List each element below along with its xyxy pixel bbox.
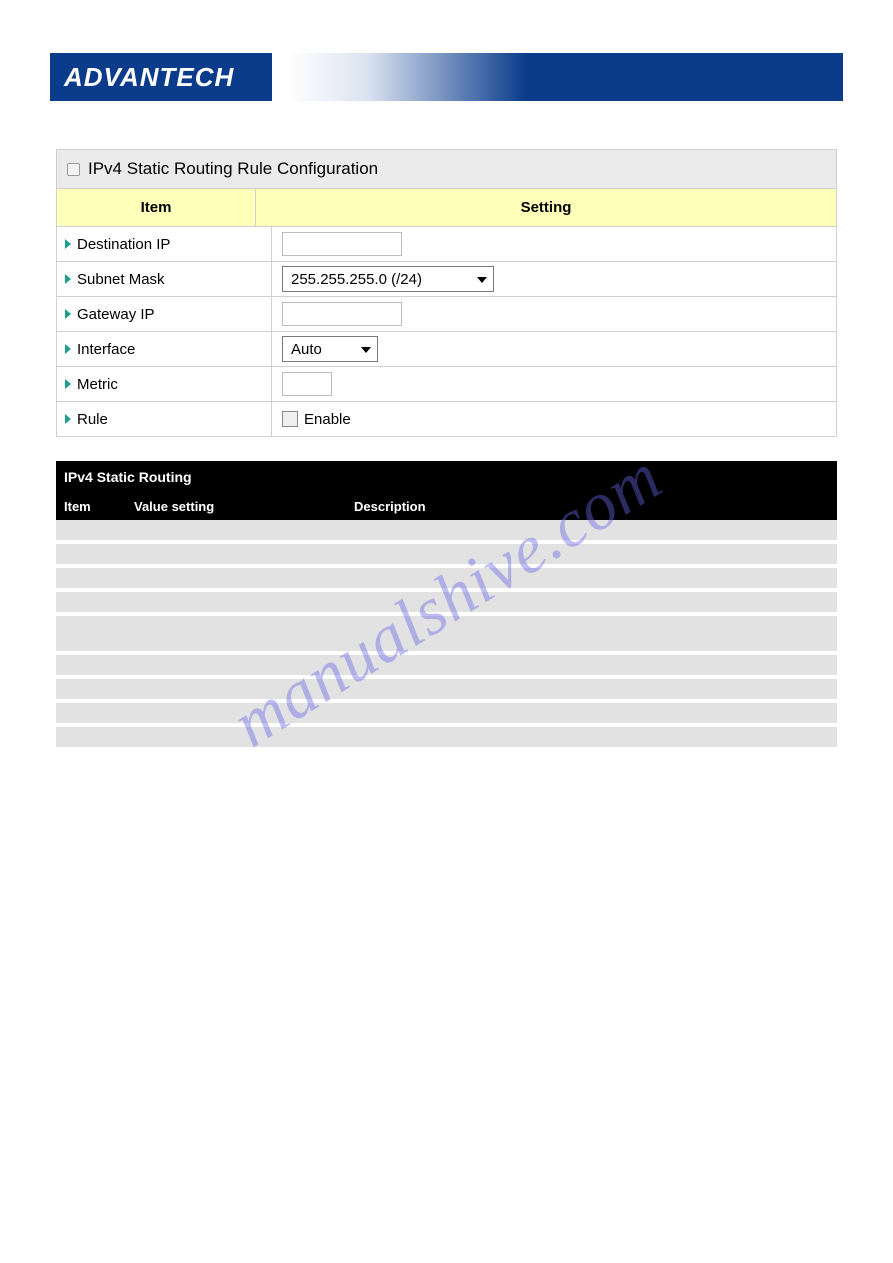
row-interface: Interface Auto xyxy=(57,332,836,367)
caret-icon xyxy=(65,414,71,424)
caret-icon xyxy=(65,344,71,354)
row-destination-ip: Destination IP xyxy=(57,227,836,262)
spec-body xyxy=(56,520,837,749)
brand-logo-text: ADVANTECH xyxy=(64,62,234,93)
caret-icon xyxy=(65,309,71,319)
panel-title-bar: IPv4 Static Routing Rule Configuration xyxy=(57,150,836,189)
spec-table: IPv4 Static Routing Item Value setting D… xyxy=(56,461,837,751)
column-header-row: Item Setting xyxy=(57,189,836,227)
column-header-setting: Setting xyxy=(256,189,836,226)
interface-selected: Auto xyxy=(291,341,322,358)
label-rule: Rule xyxy=(77,411,108,428)
gateway-ip-input[interactable] xyxy=(282,302,402,326)
interface-select[interactable]: Auto xyxy=(282,336,378,362)
header-banner: ADVANTECH xyxy=(50,53,843,101)
column-header-item: Item xyxy=(57,189,256,226)
destination-ip-input[interactable] xyxy=(282,232,402,256)
label-destination-ip: Destination IP xyxy=(77,236,170,253)
metric-input[interactable] xyxy=(282,372,332,396)
row-rule: Rule Enable xyxy=(57,402,836,436)
subnet-mask-select[interactable]: 255.255.255.0 (/24) xyxy=(282,266,494,292)
row-metric: Metric xyxy=(57,367,836,402)
row-subnet-mask: Subnet Mask 255.255.255.0 (/24) xyxy=(57,262,836,297)
table-row xyxy=(56,614,837,653)
label-gateway-ip: Gateway IP xyxy=(77,306,155,323)
panel-title: IPv4 Static Routing Rule Configuration xyxy=(88,159,378,179)
table-row xyxy=(56,566,837,590)
subnet-mask-selected: 255.255.255.0 (/24) xyxy=(291,271,422,288)
rule-enable-checkbox[interactable] xyxy=(282,411,298,427)
caret-icon xyxy=(65,379,71,389)
table-row xyxy=(56,677,837,701)
rule-enable-label: Enable xyxy=(304,411,351,428)
table-row xyxy=(56,542,837,566)
panel-collapse-icon[interactable] xyxy=(67,163,80,176)
table-row xyxy=(56,725,837,749)
label-subnet-mask: Subnet Mask xyxy=(77,271,165,288)
spec-title: IPv4 Static Routing xyxy=(56,461,837,493)
brand-logo: ADVANTECH xyxy=(50,53,272,101)
label-interface: Interface xyxy=(77,341,135,358)
table-row xyxy=(56,590,837,614)
table-row xyxy=(56,653,837,677)
spec-header-item: Item xyxy=(56,493,126,520)
table-row xyxy=(56,701,837,725)
spec-header-value: Value setting xyxy=(126,493,346,520)
table-row xyxy=(56,520,837,542)
spec-header-desc: Description xyxy=(346,493,837,520)
caret-icon xyxy=(65,239,71,249)
row-gateway-ip: Gateway IP xyxy=(57,297,836,332)
caret-icon xyxy=(65,274,71,284)
label-metric: Metric xyxy=(77,376,118,393)
config-panel: IPv4 Static Routing Rule Configuration I… xyxy=(56,149,837,437)
